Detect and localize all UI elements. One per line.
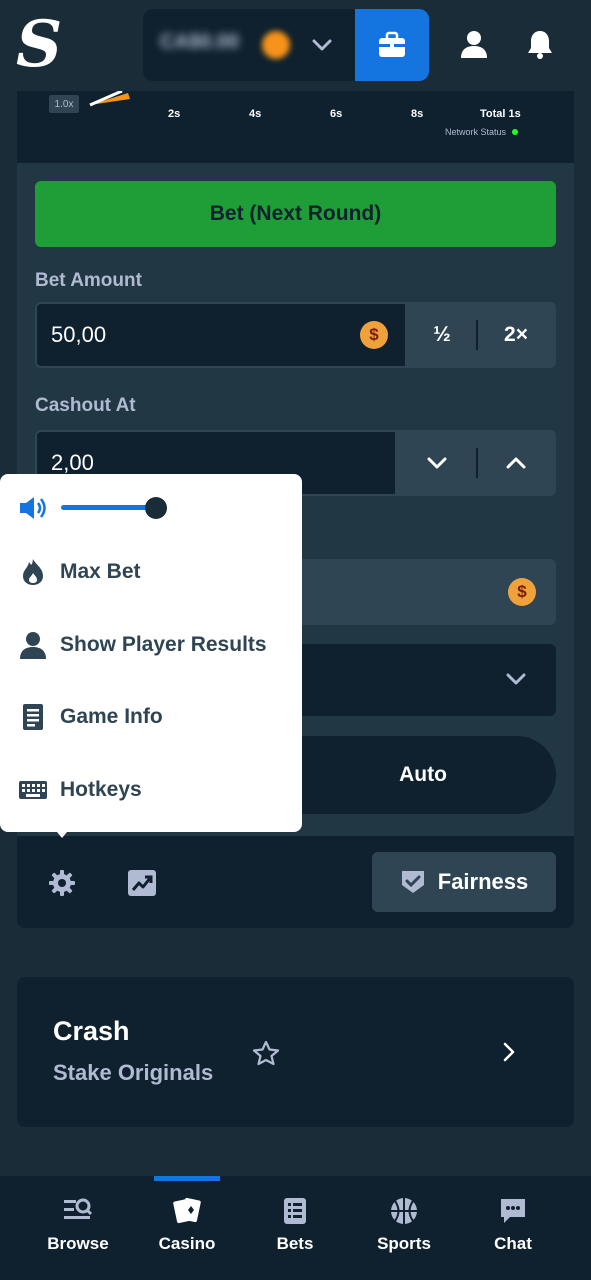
menu-item-show-player-results[interactable]: Show Player Results: [18, 625, 267, 665]
gear-icon[interactable]: [48, 869, 76, 897]
time-tick: 8s: [411, 108, 424, 120]
time-tick-total: Total 1s: [480, 108, 521, 120]
nav-item-chat[interactable]: Chat: [463, 1196, 563, 1260]
menu-item-label: Max Bet: [60, 560, 141, 583]
volume-slider-knob[interactable]: [145, 497, 167, 519]
network-status-label: Network Status: [445, 127, 507, 137]
menu-item-label: Hotkeys: [60, 778, 142, 801]
document-icon: [23, 704, 43, 730]
stake-logo[interactable]: S: [16, 13, 62, 77]
star-icon[interactable]: [252, 1040, 280, 1066]
menu-item-max-bet[interactable]: Max Bet: [18, 552, 141, 592]
chevron-down-icon: [427, 457, 447, 469]
notifications-button[interactable]: [518, 22, 562, 66]
menu-item-game-info[interactable]: Game Info: [18, 697, 163, 737]
bet-button[interactable]: Bet (Next Round): [35, 181, 556, 247]
wallet-icon: [379, 31, 405, 57]
game-title: Crash: [53, 1016, 130, 1046]
user-icon: [461, 31, 487, 58]
tab-auto[interactable]: Auto: [300, 736, 546, 814]
active-nav-indicator: [154, 1176, 220, 1181]
double-bet-button[interactable]: 2×: [480, 302, 552, 368]
user-icon: [20, 632, 46, 659]
fire-icon: [23, 559, 43, 585]
divider: [476, 320, 478, 350]
divider: [476, 448, 478, 478]
nav-item-casino[interactable]: Casino: [137, 1196, 237, 1260]
basketball-icon: [391, 1198, 417, 1224]
nav-label: Chat: [494, 1234, 532, 1253]
stats-chart-icon[interactable]: [127, 869, 157, 897]
chevron-down-icon: [506, 673, 526, 685]
nav-item-browse[interactable]: Browse: [28, 1196, 128, 1260]
nav-label: Sports: [377, 1234, 431, 1253]
game-subtitle: Stake Originals: [53, 1060, 214, 1085]
time-tick: 2s: [168, 108, 181, 120]
currency-coin-icon: [262, 31, 290, 59]
bets-list-icon: [284, 1198, 306, 1224]
bell-icon: [528, 31, 552, 59]
volume-icon[interactable]: [18, 495, 48, 521]
cards-icon: [173, 1197, 201, 1224]
network-status-dot: [512, 129, 518, 135]
keyboard-icon: [19, 781, 47, 799]
menu-item-label: Show Player Results: [60, 633, 267, 656]
dollar-coin-icon: $: [360, 321, 388, 349]
menu-item-label: Game Info: [60, 705, 163, 728]
bet-amount-value: 50,00: [51, 322, 107, 347]
chat-icon: [501, 1199, 525, 1223]
bet-amount-label: Bet Amount: [35, 270, 142, 291]
nav-item-bets[interactable]: Bets: [245, 1196, 345, 1260]
shield-check-icon: [401, 871, 424, 893]
nav-label: Browse: [47, 1234, 109, 1253]
time-tick: 6s: [330, 108, 343, 120]
chevron-up-icon: [506, 457, 526, 469]
bet-amount-input[interactable]: 50,00: [35, 302, 407, 368]
browse-search-icon: [64, 1198, 93, 1219]
nav-label: Bets: [276, 1234, 314, 1253]
half-bet-button[interactable]: ½: [410, 302, 474, 368]
chevron-right-icon[interactable]: [500, 1041, 518, 1063]
cashout-value: 2,00: [51, 450, 94, 475]
game-card[interactable]: [17, 977, 574, 1127]
wallet-button[interactable]: [355, 9, 429, 81]
multiplier-badge: 1.0x: [49, 95, 79, 113]
fairness-button[interactable]: Fairness: [372, 852, 556, 912]
balance-value: CA$0.00: [160, 31, 239, 53]
nav-item-sports[interactable]: Sports: [354, 1196, 454, 1260]
menu-item-hotkeys[interactable]: Hotkeys: [18, 770, 142, 810]
volume-slider-track[interactable]: [61, 505, 157, 510]
cashout-label: Cashout At: [35, 395, 136, 416]
cashout-increase-button[interactable]: [480, 430, 552, 496]
fairness-label: Fairness: [437, 869, 529, 894]
popup-arrow: [52, 826, 72, 838]
dollar-coin-icon: $: [508, 578, 536, 606]
rocket-line: [89, 91, 130, 107]
cashout-decrease-button[interactable]: [400, 430, 474, 496]
nav-label: Casino: [158, 1234, 216, 1253]
time-tick: 4s: [249, 108, 262, 120]
chevron-down-icon[interactable]: [310, 36, 334, 54]
user-button[interactable]: [452, 22, 496, 66]
